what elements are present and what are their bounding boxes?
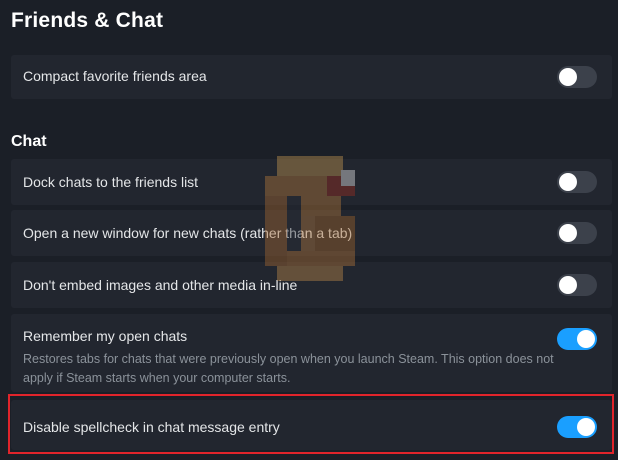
toggle-knob xyxy=(559,68,577,86)
setting-row-embed-media: Don't embed images and other media in-li… xyxy=(11,262,612,308)
compact-favorites-toggle[interactable] xyxy=(557,66,597,88)
setting-row-compact-favorites: Compact favorite friends area xyxy=(11,55,612,99)
remember-chats-toggle[interactable] xyxy=(557,328,597,350)
disable-spellcheck-toggle[interactable] xyxy=(557,416,597,438)
setting-row-new-window: Open a new window for new chats (rather … xyxy=(11,210,612,256)
setting-row-remember-chats: Remember my open chats Restores tabs for… xyxy=(11,314,612,392)
new-window-toggle[interactable] xyxy=(557,222,597,244)
toggle-knob xyxy=(559,173,577,191)
toggle-knob xyxy=(577,330,595,348)
setting-label: Compact favorite friends area xyxy=(23,68,207,84)
dock-chats-toggle[interactable] xyxy=(557,171,597,193)
setting-label: Open a new window for new chats (rather … xyxy=(23,225,353,241)
toggle-knob xyxy=(577,418,595,436)
setting-label: Disable spellcheck in chat message entry xyxy=(23,419,280,435)
setting-description: Restores tabs for chats that were previo… xyxy=(23,352,554,385)
section-heading-chat: Chat xyxy=(11,133,47,150)
setting-label: Dock chats to the friends list xyxy=(23,174,199,190)
embed-media-toggle[interactable] xyxy=(557,274,597,296)
setting-row-dock-chats: Dock chats to the friends list xyxy=(11,159,612,205)
page-title: Friends & Chat xyxy=(11,9,164,32)
setting-label: Don't embed images and other media in-li… xyxy=(23,277,298,293)
toggle-knob xyxy=(559,224,577,242)
toggle-knob xyxy=(559,276,577,294)
setting-row-disable-spellcheck: Disable spellcheck in chat message entry xyxy=(11,400,612,450)
setting-label: Remember my open chats xyxy=(23,328,188,344)
